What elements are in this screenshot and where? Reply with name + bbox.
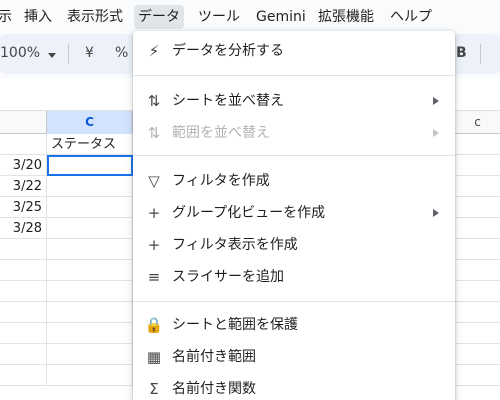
menu-tools[interactable]: ツール — [194, 5, 244, 29]
menu-help[interactable]: ヘルプ — [386, 5, 436, 29]
menu-divider — [133, 301, 455, 302]
menu-divider — [133, 155, 455, 156]
menu-item[interactable]: ⇅ シートを並べ替え — [133, 85, 455, 117]
submenu-arrow-icon — [433, 129, 439, 137]
cell-c[interactable] — [47, 302, 133, 323]
toolbar-divider — [68, 44, 69, 64]
cell-c[interactable] — [47, 218, 133, 239]
cell-b[interactable] — [0, 239, 47, 260]
sort-icon: ⇅ — [147, 92, 161, 110]
cell-c[interactable] — [47, 260, 133, 281]
cell-c[interactable] — [47, 239, 133, 260]
menu-gemini[interactable]: Gemini — [252, 5, 310, 29]
column-header-next[interactable]: c — [455, 111, 500, 134]
menu-item[interactable]: 🔒 シートと範囲を保護 — [133, 309, 455, 341]
cell-c[interactable] — [47, 344, 133, 365]
menu-item-label: シートと範囲を保護 — [172, 317, 298, 333]
percent-format-button[interactable]: % — [115, 45, 128, 61]
submenu-arrow-icon — [433, 97, 439, 105]
menu-format[interactable]: 表示形式 — [63, 5, 127, 29]
menu-divider — [133, 75, 455, 76]
cell-b[interactable] — [0, 323, 47, 344]
bold-button[interactable]: B — [456, 45, 467, 61]
column-header-b[interactable] — [0, 111, 47, 134]
menu-item[interactable]: Σ 名前付き関数 — [133, 373, 455, 400]
menu-item-label: 名前付き範囲 — [172, 349, 256, 365]
cell-c[interactable] — [47, 323, 133, 344]
zoom-select[interactable]: 100% — [0, 45, 40, 61]
cell-c[interactable] — [47, 197, 133, 218]
menu-item[interactable]: ▦ 名前付き範囲 — [133, 341, 455, 373]
zoom-caret-icon[interactable] — [48, 53, 56, 58]
menu-item[interactable]: + グループ化ビューを作成 — [133, 197, 455, 229]
menu-item[interactable]: + フィルタ表示を作成 — [133, 229, 455, 261]
cell-c[interactable] — [47, 176, 133, 197]
cell-b[interactable]: 3/25 — [0, 197, 47, 218]
menu-insert[interactable]: 挿入 — [20, 5, 56, 29]
cell-b[interactable]: 3/20 — [0, 155, 47, 176]
toolbar-divider — [480, 44, 481, 64]
data-menu: ⚡ データを分析する ⇅ シートを並べ替え ⇅ 範囲を並べ替え ▽ フィルタを作成 + グループ化… — [133, 31, 455, 400]
menu-item-label: 範囲を並べ替え — [172, 125, 270, 141]
menu-item-label: フィルタ表示を作成 — [172, 237, 298, 253]
cell-b[interactable] — [0, 302, 47, 323]
menu-item-label: スライサーを追加 — [172, 269, 284, 285]
cell-b[interactable] — [0, 344, 47, 365]
cell-c[interactable] — [47, 365, 133, 386]
menu-bar: 示 挿入 表示形式 データ ツール Gemini 拡張機能 ヘルプ — [0, 0, 500, 34]
menu-item-label: シートを並べ替え — [172, 93, 284, 109]
cell-c[interactable] — [47, 281, 133, 302]
sigma-icon: Σ — [149, 380, 159, 398]
submenu-arrow-icon — [433, 209, 439, 217]
cell-b[interactable] — [0, 281, 47, 302]
currency-format-button[interactable]: ¥ — [85, 45, 94, 61]
plus-icon: + — [147, 236, 161, 254]
filter-icon: ▽ — [148, 172, 160, 190]
cell-b[interactable] — [0, 260, 47, 281]
sort-range-icon: ⇅ — [147, 124, 161, 142]
analyze-icon: ⚡ — [148, 42, 160, 60]
lock-icon: 🔒 — [144, 316, 164, 334]
plus-icon: + — [147, 204, 161, 222]
menu-extensions[interactable]: 拡張機能 — [314, 5, 378, 29]
cell-b[interactable] — [0, 134, 47, 155]
menu-view[interactable]: 示 — [0, 5, 16, 29]
menu-item[interactable]: ≡ スライサーを追加 — [133, 261, 455, 293]
cell-b[interactable]: 3/22 — [0, 176, 47, 197]
selected-cell[interactable] — [47, 155, 133, 176]
cell-b[interactable]: 3/28 — [0, 218, 47, 239]
menu-item: ⇅ 範囲を並べ替え — [133, 117, 455, 149]
menu-item-label: グループ化ビューを作成 — [172, 205, 326, 221]
cell-c[interactable]: ステータス — [47, 134, 133, 155]
menu-item-label: 名前付き関数 — [172, 381, 256, 397]
named-range-icon: ▦ — [146, 348, 162, 366]
cell-b[interactable] — [0, 365, 47, 386]
menu-item-label: データを分析する — [172, 43, 284, 59]
menu-item-label: フィルタを作成 — [172, 173, 270, 189]
menu-data[interactable]: データ — [134, 5, 184, 29]
menu-item[interactable]: ⚡ データを分析する — [133, 35, 455, 67]
column-header-c[interactable]: C — [47, 111, 133, 134]
menu-item[interactable]: ▽ フィルタを作成 — [133, 165, 455, 197]
slicer-icon: ≡ — [147, 268, 161, 286]
